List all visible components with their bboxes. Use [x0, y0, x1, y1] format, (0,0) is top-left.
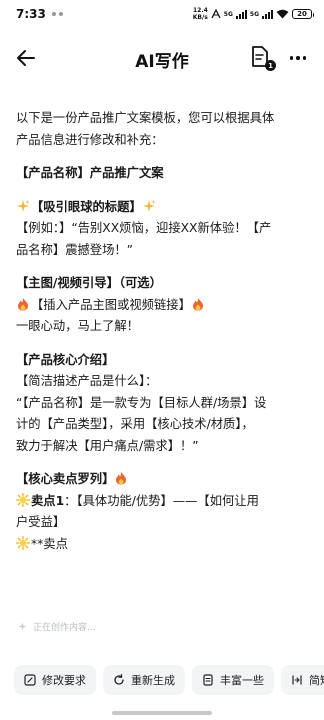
selling-section-heading-text: 【核心卖点罗列】 — [16, 472, 115, 486]
generating-text: 正在创作内容... — [33, 623, 96, 633]
video-section-heading: 【主图/视频引导】（可选） — [16, 276, 162, 290]
status-bar: 7:33 12.4 KB/s 5G 5G 20 — [0, 0, 324, 28]
title-section: 【吸引眼球的标题】 【例如：】“告别XX烦恼，迎接XX新体验！【产 品名称】震撼… — [16, 197, 312, 262]
selling-point-1-line-2: 户受益】 — [16, 515, 66, 529]
signal-2-icon — [262, 9, 273, 19]
selling-point-1-label: 卖点1 — [31, 493, 65, 508]
signal-1-label: 5G — [223, 10, 233, 18]
edit-requirements-button[interactable]: 修改要求 — [14, 665, 96, 695]
signal-2-label: 5G — [249, 10, 259, 18]
selling-section-heading: 【核心卖点罗列】 — [16, 469, 312, 491]
nfc-icon — [211, 9, 221, 19]
title-section-heading-text: 【吸引眼球的标题】 — [31, 199, 142, 214]
intro-section-sub: 【简洁描述产品是什么】： — [16, 374, 158, 388]
regenerate-label: 重新生成 — [131, 674, 175, 687]
back-button[interactable] — [14, 46, 38, 70]
fire-icon — [18, 297, 28, 310]
page-title: AI写作 — [135, 52, 189, 72]
intro-line-2: 产品信息进行修改和补充： — [16, 132, 164, 147]
status-indicators: 12.4 KB/s 5G 5G 20 — [192, 7, 314, 21]
refresh-icon — [114, 674, 124, 685]
edit-icon — [24, 674, 36, 686]
sparkles-icon — [17, 199, 30, 212]
action-toolbar: 修改要求 重新生成 丰富一些 简短 — [0, 660, 324, 700]
fire-icon — [116, 472, 127, 485]
video-section: 【主图/视频引导】（可选） 【插入产品主图或视频链接】 一眼心动，马上了解！ — [16, 273, 312, 338]
intro-section: 【产品核心介绍】 【简洁描述产品是什么】： “【产品名称】是一款专为【目标人群/… — [16, 350, 312, 458]
shorten-icon — [292, 675, 302, 685]
regenerate-button[interactable]: 重新生成 — [103, 665, 185, 695]
app-header: AI写作 1 — [0, 38, 324, 78]
glowing-star-icon — [16, 492, 30, 507]
intro-desc-line-1: “【产品名称】是一款专为【目标人群/场景】设 — [16, 395, 267, 410]
document-count-badge: 1 — [265, 60, 276, 71]
selling-point-2-text: **卖点 — [31, 536, 68, 551]
more-options-button[interactable] — [286, 46, 310, 70]
video-tagline: 一眼心动，马上了解！ — [16, 319, 139, 333]
selling-point-1-line-1: 卖点1：【具体功能/优势】——【如何让用 — [16, 491, 312, 513]
product-heading: 【产品名称】产品推广文案 — [16, 166, 164, 180]
intro-line-1: 以下是一份产品推广文案模板，您可以根据具体 — [16, 111, 275, 125]
home-indicator[interactable] — [112, 711, 212, 715]
intro-desc-line-3: 致力于解决【用户痛点/需求】！” — [16, 438, 199, 453]
more-dot — [302, 56, 307, 60]
title-example-line-1: 【例如：】“告别XX烦恼，迎接XX新体验！【产 — [16, 221, 272, 235]
more-dot — [296, 56, 300, 60]
document-list-button[interactable]: 1 — [250, 45, 276, 71]
arrow-left-icon — [17, 50, 35, 66]
enrich-button[interactable]: 丰富一些 — [192, 665, 274, 695]
wifi-icon — [276, 9, 289, 19]
signal-1-icon — [235, 9, 247, 19]
intro-section-heading: 【产品核心介绍】 — [16, 352, 115, 367]
selling-point-2-line: **卖点 — [16, 534, 312, 556]
more-dot — [289, 56, 294, 60]
selling-section: 【核心卖点罗列】 卖点1：【具体功能/优势】——【如何让用 户受益】 **卖点 — [16, 469, 312, 555]
video-insert-line: 【插入产品主图或视频链接】 — [16, 295, 312, 317]
notification-icons — [51, 12, 63, 16]
intro-paragraph: 以下是一份产品推广文案模板，您可以根据具体 产品信息进行修改和补充： — [16, 108, 312, 151]
sparkle-loading-icon — [18, 622, 27, 631]
document-icon — [203, 674, 213, 686]
edit-requirements-label: 修改要求 — [42, 674, 86, 687]
fire-icon — [192, 297, 203, 310]
intro-desc-line-2: 计的【产品类型】，采用【核心技术/材质】， — [16, 417, 254, 431]
shorten-button[interactable]: 简短 — [281, 665, 324, 695]
generating-indicator: 正在创作内容... — [18, 620, 96, 633]
video-insert-text: 【插入产品主图或视频链接】 — [31, 297, 191, 312]
generated-content: 以下是一份产品推广文案模板，您可以根据具体 产品信息进行修改和补充： 【产品名称… — [16, 108, 312, 567]
shorten-label: 简短 — [309, 674, 324, 687]
title-section-heading: 【吸引眼球的标题】 — [16, 197, 312, 219]
selling-point-1-text: ：【具体功能/优势】——【如何让用 — [64, 493, 259, 508]
sparkles-icon — [142, 199, 156, 212]
battery-level: 20 — [297, 10, 307, 18]
enrich-label: 丰富一些 — [220, 674, 264, 687]
network-speed: 12.4 KB/s — [192, 7, 208, 21]
glowing-star-icon — [16, 535, 30, 550]
status-time: 7:33 — [16, 7, 46, 21]
battery-icon: 20 — [292, 9, 314, 19]
title-example-line-2: 品名称】震撼登场！” — [16, 242, 134, 257]
